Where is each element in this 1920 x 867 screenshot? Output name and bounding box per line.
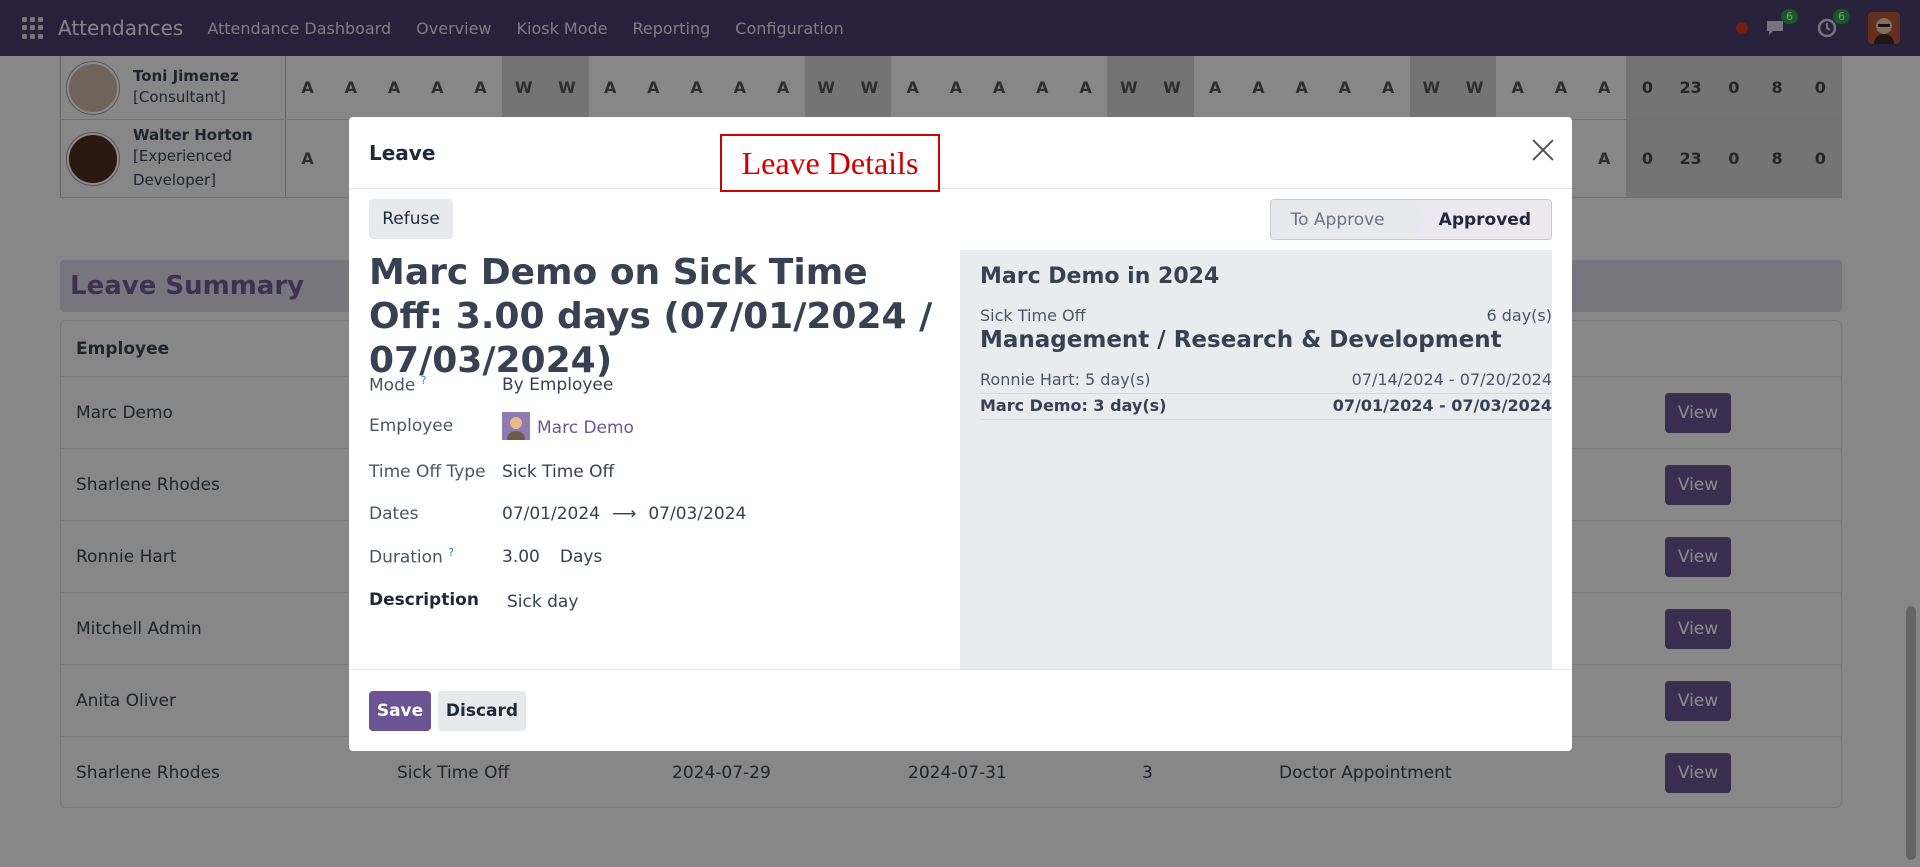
duration-unit: Days (559, 546, 603, 567)
stage-to-approve[interactable]: To Approve (1270, 200, 1413, 239)
description-value[interactable]: Sick day (507, 592, 578, 612)
sick-time-label: Sick Time Off (980, 306, 1086, 325)
close-icon[interactable] (1530, 137, 1556, 163)
entry-range: 07/14/2024 - 07/20/2024 (1351, 370, 1552, 389)
dialog-title: Leave (369, 140, 436, 165)
mode-label-text: Mode (369, 375, 416, 396)
dialog-header: Leave (349, 117, 1572, 189)
time-off-type-value[interactable]: Sick Time Off (502, 462, 614, 482)
field-employee: Employee Marc Demo (369, 412, 634, 440)
mode-label: Mode ? (369, 374, 502, 396)
time-off-type-label: Time Off Type (369, 462, 486, 482)
date-from-input[interactable]: 07/01/2024 (502, 504, 600, 524)
field-dates: Dates 07/01/2024 ⟶ 07/03/2024 (369, 504, 746, 524)
duration-label-text: Duration (369, 547, 443, 568)
leave-dialog: Leave Leave Details Refuse To Approve Ap… (349, 117, 1572, 751)
dates-label: Dates (369, 504, 419, 524)
refuse-button[interactable]: Refuse (369, 199, 453, 239)
arrow-right-icon: ⟶ (611, 504, 637, 524)
help-icon[interactable]: ? (421, 374, 427, 387)
date-to-input[interactable]: 07/03/2024 (648, 504, 746, 524)
department-leave-entry: Marc Demo: 3 day(s) 07/01/2024 - 07/03/2… (980, 396, 1552, 420)
entry-employee: Ronnie Hart: 5 day(s) (980, 370, 1151, 389)
sick-time-value: 6 day(s) (1486, 306, 1552, 325)
field-mode: Mode ? By Employee (369, 374, 613, 396)
dialog-footer: Save Discard (349, 669, 1572, 751)
status-bar: To Approve Approved (1269, 199, 1552, 240)
mode-value[interactable]: By Employee (502, 374, 613, 396)
field-duration: Duration ? 3.00 Days (369, 546, 602, 568)
stage-approved[interactable]: Approved (1411, 200, 1551, 239)
employee-avatar (502, 412, 530, 440)
leave-stats-panel: Marc Demo in 2024 Sick Time Off 6 day(s)… (960, 250, 1552, 670)
employee-link[interactable]: Marc Demo (537, 418, 634, 438)
discard-button[interactable]: Discard (438, 691, 526, 731)
department-leave-entry: Ronnie Hart: 5 day(s) 07/14/2024 - 07/20… (980, 370, 1552, 394)
description-label: Description (369, 590, 479, 610)
employee-label: Employee (369, 416, 454, 436)
save-button[interactable]: Save (369, 691, 431, 731)
record-title: Marc Demo on Sick Time Off: 3.00 days (0… (369, 252, 933, 381)
year-summary-title: Marc Demo in 2024 (980, 264, 1220, 289)
duration-value[interactable]: 3.00 (502, 547, 540, 567)
entry-employee: Marc Demo: 3 day(s) (980, 396, 1167, 415)
duration-label: Duration ? (369, 546, 502, 568)
entry-range: 07/01/2024 - 07/03/2024 (1332, 396, 1552, 415)
field-time-off-type: Time Off Type Sick Time Off (369, 462, 614, 482)
sick-time-summary: Sick Time Off 6 day(s) (980, 306, 1552, 329)
help-icon[interactable]: ? (448, 546, 454, 559)
annotation-label: Leave Details (720, 134, 940, 192)
field-description: Description Sick day (369, 590, 578, 612)
department-title: Management / Research & Development (980, 327, 1502, 353)
